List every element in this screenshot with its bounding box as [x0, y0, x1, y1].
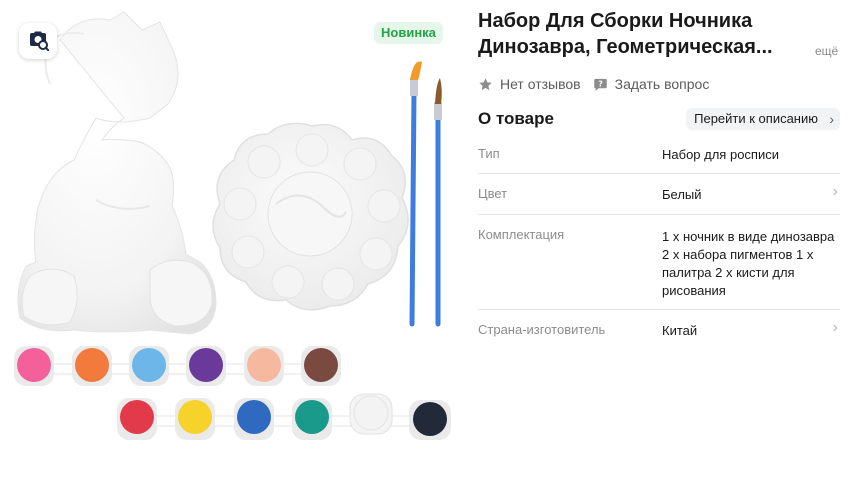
paint-pot-6 — [304, 348, 338, 382]
chevron-right-icon: › — [832, 183, 838, 200]
paint-pot-1 — [17, 348, 51, 382]
dinosaur-figure — [17, 11, 217, 335]
palette — [212, 122, 409, 311]
product-title: Набор Для Сборки Ночника Динозавра, Геом… — [478, 8, 808, 60]
paint-pots-row-2 — [117, 393, 451, 440]
paint-pots-row-1 — [14, 346, 341, 386]
star-icon — [479, 77, 492, 90]
spec-value: 1 х ночник в виде динозавра 2 х набора п… — [662, 229, 835, 298]
goto-description-button[interactable]: Перейти к описанию › — [686, 108, 840, 130]
product-gallery[interactable]: Новинка — [0, 0, 462, 498]
spec-value: Белый — [662, 187, 702, 202]
svg-text:?: ? — [598, 79, 602, 88]
spec-row-country[interactable]: Страна-изготовитель Китай › — [478, 310, 840, 350]
paint-pot-3 — [132, 348, 166, 382]
product-title-line-2: Динозавра, Геометрическая... — [478, 36, 773, 58]
product-title-line-1: Набор Для Сборки Ночника — [478, 10, 753, 32]
spec-value: Набор для росписи — [662, 147, 779, 162]
product-image — [14, 11, 451, 440]
spec-key: Комплектация — [478, 227, 565, 242]
new-badge: Новинка — [374, 22, 443, 44]
visual-search-button[interactable] — [19, 23, 57, 59]
question-bubble-icon: ? — [593, 78, 607, 91]
spec-key: Цвет — [478, 186, 508, 201]
chevron-right-icon: › — [832, 319, 838, 336]
spec-row-color[interactable]: Цвет Белый › — [478, 174, 840, 215]
spec-value: Китай — [662, 323, 698, 338]
goto-description-label: Перейти к описанию — [694, 111, 818, 126]
reviews-link[interactable]: Нет отзывов — [478, 76, 581, 92]
paint-pot-12 — [413, 402, 447, 436]
paint-pot-2 — [75, 348, 109, 382]
specs-table: Тип Набор для росписи Цвет Белый › Компл… — [478, 134, 840, 350]
reviews-label: Нет отзывов — [500, 76, 581, 92]
spec-row-contents: Комплектация 1 х ночник в виде динозавра… — [478, 215, 840, 310]
paint-pot-9 — [237, 400, 271, 434]
brushes — [409, 61, 442, 327]
chevron-right-icon: › — [829, 111, 834, 127]
ask-question-link[interactable]: ? Задать вопрос — [593, 76, 710, 92]
spec-key: Страна-изготовитель — [478, 322, 606, 337]
spec-row-type: Тип Набор для росписи — [478, 134, 840, 174]
product-meta: Нет отзывов ? Задать вопрос — [478, 74, 721, 94]
about-title: О товаре — [478, 109, 554, 128]
paint-pot-10 — [295, 400, 329, 434]
spec-key: Тип — [478, 146, 500, 161]
paint-pot-8 — [178, 400, 212, 434]
product-info: Набор Для Сборки Ночника Динозавра, Геом… — [478, 0, 850, 498]
visual-search-icon — [30, 31, 49, 51]
about-header: О товаре Перейти к описанию › — [478, 108, 840, 130]
paint-pot-7 — [120, 400, 154, 434]
title-more-link[interactable]: ещё — [815, 44, 838, 58]
paint-pot-11 — [353, 395, 389, 431]
ask-question-label: Задать вопрос — [614, 76, 710, 92]
paint-pot-4 — [189, 348, 223, 382]
paint-pot-5 — [247, 348, 281, 382]
